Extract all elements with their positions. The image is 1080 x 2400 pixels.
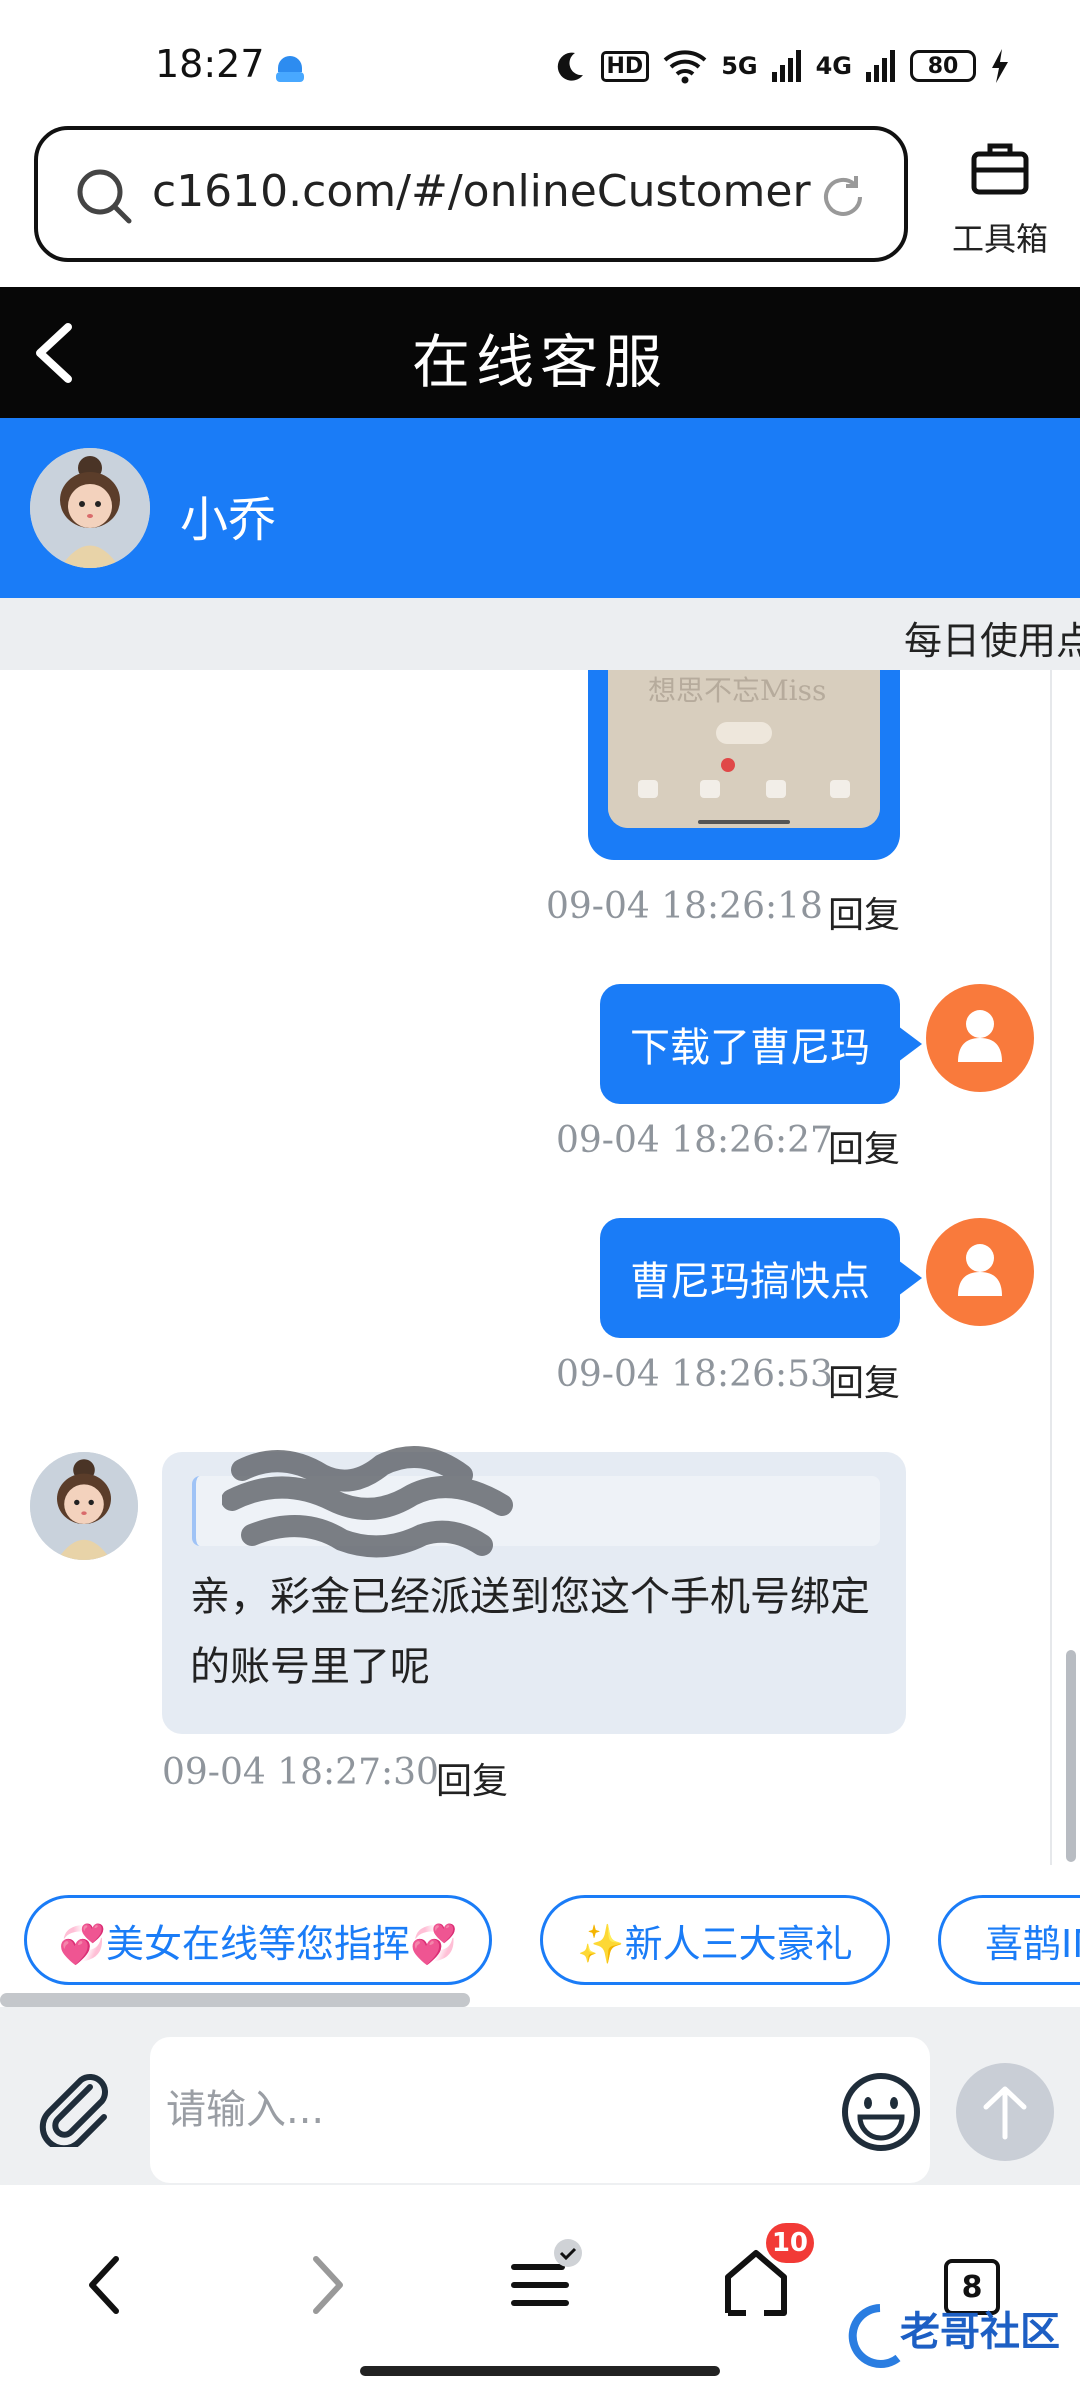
page-header: 在线客服 bbox=[0, 287, 1080, 418]
user-avatar bbox=[926, 984, 1034, 1092]
app-notification-icon bbox=[276, 56, 304, 82]
signal-bars-icon bbox=[771, 50, 801, 82]
outgoing-message-bubble[interactable]: 下载了曹尼玛 bbox=[600, 984, 922, 1104]
redaction-scribble bbox=[222, 1446, 513, 1558]
nav-forward-button[interactable] bbox=[276, 2235, 376, 2335]
charging-icon bbox=[992, 49, 1008, 83]
message-image[interactable]: 想思不忘Miss bbox=[608, 670, 880, 828]
page-title: 在线客服 bbox=[411, 328, 668, 396]
notification-badge: 10 bbox=[765, 2223, 814, 2263]
user-avatar bbox=[926, 1218, 1034, 1326]
agent-name: 小乔 bbox=[180, 492, 277, 548]
marquee-text: 每日使用点 bbox=[904, 619, 1080, 663]
user-icon bbox=[958, 1244, 1002, 1296]
message-time: 09-04 18:26:53 bbox=[556, 1354, 833, 1395]
paperclip-icon[interactable] bbox=[34, 2067, 114, 2147]
incoming-message-bubble[interactable]: 亲，彩金已经派送到您这个手机号绑定的账号里了呢 bbox=[162, 1446, 906, 1734]
message-time: 09-04 18:26:18 bbox=[546, 886, 823, 927]
moon-icon bbox=[557, 52, 583, 81]
message-text: 曹尼玛搞快点 bbox=[630, 1259, 870, 1305]
status-time: 18:27 bbox=[155, 42, 265, 86]
chat-area[interactable]: 想思不忘Miss 09-04 18:26:18 回复 下载了曹尼玛 09-04 … bbox=[0, 670, 1080, 1865]
svg-text:想思不忘Miss: 想思不忘Miss bbox=[648, 674, 826, 707]
watermark-text: 老哥社区 bbox=[900, 2309, 1060, 2355]
wifi-icon bbox=[663, 50, 707, 84]
signal-bars-icon bbox=[866, 50, 895, 82]
image-message-bubble[interactable]: 想思不忘Miss bbox=[588, 670, 900, 860]
signal-4g-icon: 4G bbox=[815, 52, 852, 80]
address-bar[interactable]: c1610.com/#/onlineCustomerUrl bbox=[34, 126, 908, 262]
quick-reply-bar: 💞美女在线等您指挥💞 ✨新人三大豪礼 喜鹊IM bbox=[0, 1865, 1080, 1993]
agent-avatar bbox=[30, 448, 150, 568]
hd-icon: HD bbox=[600, 50, 650, 82]
message-text: 亲，彩金已经派送到您这个手机号绑定的账号里了呢 bbox=[190, 1574, 870, 1690]
status-icons: HD 5G 4G 80 bbox=[553, 44, 1011, 88]
reply-link[interactable]: 回复 bbox=[828, 886, 900, 938]
nav-back-button[interactable] bbox=[56, 2235, 156, 2335]
message-time: 09-04 18:27:30 bbox=[162, 1752, 439, 1793]
home-indicator[interactable] bbox=[360, 2366, 720, 2376]
emoji-icon[interactable] bbox=[840, 2071, 922, 2153]
quick-reply-chip[interactable]: ✨新人三大豪礼 bbox=[540, 1895, 890, 1985]
user-icon bbox=[958, 1010, 1002, 1062]
quick-reply-scrollbar[interactable] bbox=[0, 1993, 470, 2007]
url-text[interactable]: c1610.com/#/onlineCustomerUrl bbox=[152, 166, 812, 217]
reload-icon[interactable] bbox=[818, 172, 868, 222]
toolbox-button[interactable]: 工具箱 bbox=[940, 140, 1060, 260]
reply-link[interactable]: 回复 bbox=[828, 1120, 900, 1172]
reply-link[interactable]: 回复 bbox=[828, 1354, 900, 1406]
send-button[interactable] bbox=[956, 2063, 1054, 2161]
chat-scrollbar[interactable] bbox=[1066, 1650, 1076, 1862]
agent-avatar bbox=[30, 1452, 138, 1560]
quick-reply-chip[interactable]: 喜鹊IM bbox=[938, 1895, 1080, 1985]
chat-scroll-track bbox=[1050, 670, 1052, 1865]
composer-bar bbox=[0, 2007, 1080, 2185]
quick-reply-chip[interactable]: 💞美女在线等您指挥💞 bbox=[24, 1895, 492, 1985]
menu-icon bbox=[511, 2239, 582, 2306]
reply-link[interactable]: 回复 bbox=[436, 1752, 508, 1804]
message-text: 下载了曹尼玛 bbox=[630, 1025, 870, 1071]
search-icon bbox=[77, 169, 132, 224]
chevron-left-icon bbox=[89, 2256, 119, 2314]
message-time: 09-04 18:26:27 bbox=[556, 1120, 833, 1161]
toolbox-label: 工具箱 bbox=[951, 220, 1048, 258]
nav-menu-button[interactable] bbox=[490, 2235, 590, 2335]
announcement-marquee: 每日使用点 bbox=[0, 598, 1080, 670]
arrow-up-icon bbox=[983, 2086, 1027, 2140]
watermark-logo: 老哥社区 bbox=[848, 2304, 1060, 2368]
status-bar: 18:27 HD 5G 4G 80 bbox=[0, 0, 1080, 120]
nav-home-button[interactable]: 10 bbox=[706, 2223, 814, 2335]
message-input[interactable] bbox=[150, 2037, 930, 2183]
battery-indicator: 80 bbox=[910, 50, 976, 82]
outgoing-message-bubble[interactable]: 曹尼玛搞快点 bbox=[600, 1218, 922, 1338]
signal-5g-icon: 5G bbox=[721, 52, 758, 80]
chevron-right-icon bbox=[313, 2256, 343, 2314]
briefcase-icon bbox=[971, 143, 1029, 195]
agent-bar: 小乔 bbox=[0, 418, 1080, 598]
